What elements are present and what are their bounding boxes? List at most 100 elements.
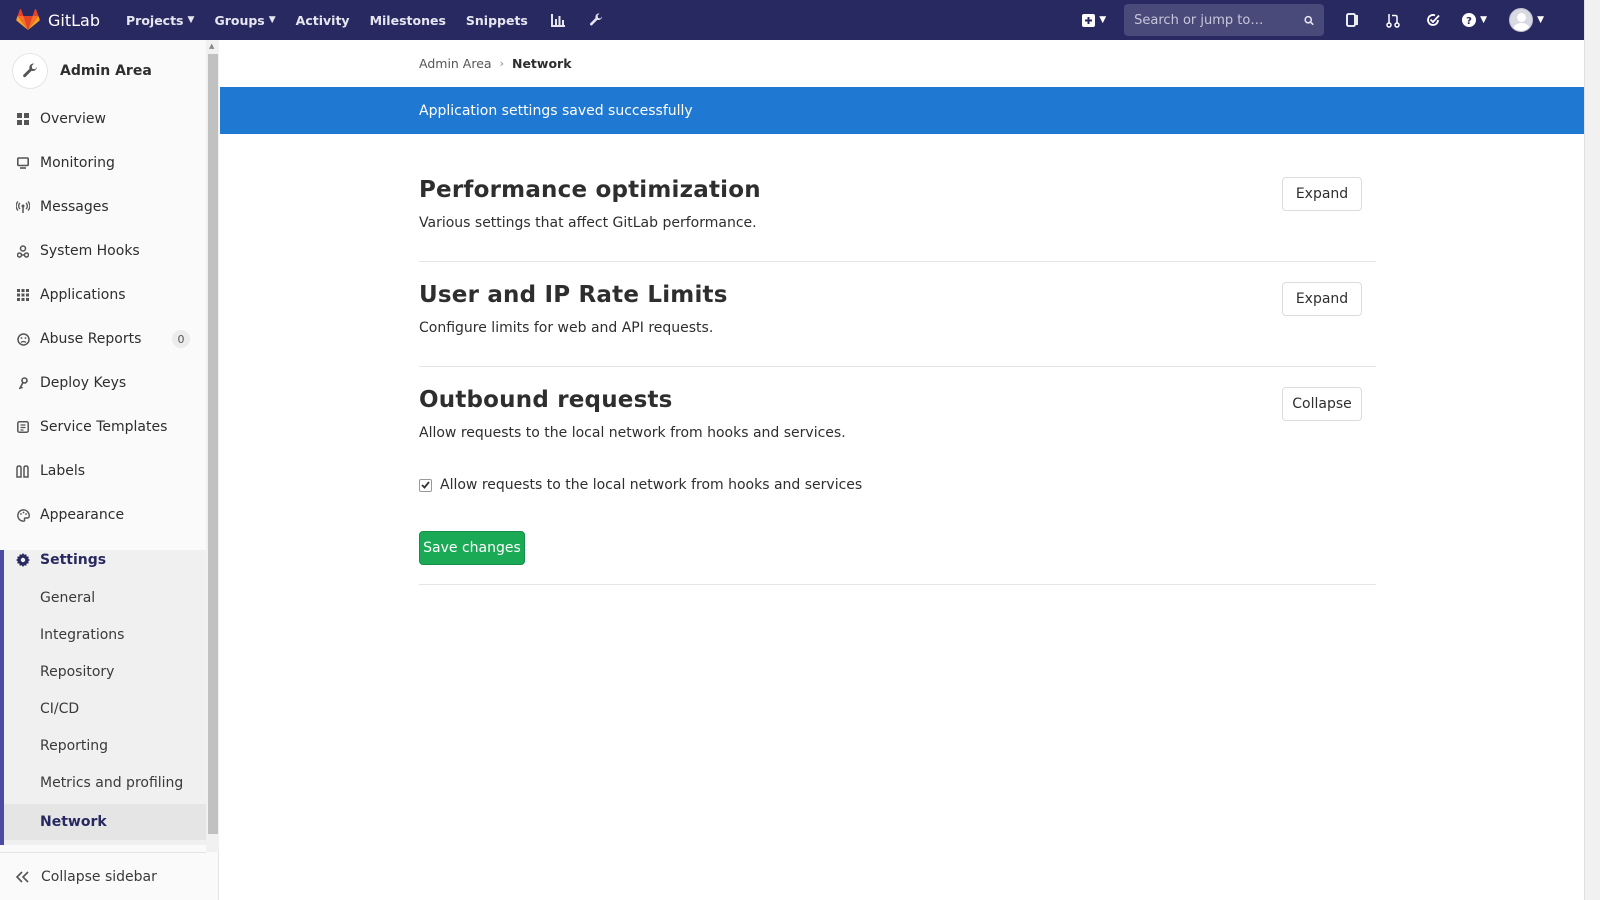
monitor-icon: [16, 156, 30, 170]
breadcrumb-current[interactable]: Network: [512, 56, 572, 71]
section-description: Various settings that affect GitLab perf…: [419, 215, 757, 231]
key-icon: [16, 376, 30, 390]
help-icon: ?: [1462, 13, 1477, 27]
sidebar-item-label: Messages: [40, 199, 109, 215]
wrench-icon[interactable]: [586, 0, 606, 40]
sidebar-subitem-label: Integrations: [40, 627, 125, 643]
section-divider: [419, 261, 1376, 262]
sidebar-subitem-metrics[interactable]: Metrics and profiling: [0, 765, 206, 801]
section-outbound: Outbound requests Allow requests to the …: [419, 387, 1376, 585]
sidebar-header[interactable]: Admin Area: [0, 40, 206, 102]
apps-icon: [16, 288, 30, 302]
allow-local-requests-checkbox[interactable]: [419, 478, 432, 492]
section-divider: [419, 366, 1376, 367]
sidebar-subitem-cicd[interactable]: CI/CD: [0, 691, 206, 727]
sidebar-subitem-general[interactable]: General: [0, 580, 206, 616]
overview-icon: [16, 112, 30, 126]
sidebar-item-system-hooks[interactable]: System Hooks: [0, 229, 206, 273]
nav-projects[interactable]: Projects ▼: [126, 0, 194, 40]
sidebar-subitem-label: Reporting: [40, 738, 109, 754]
sidebar-item-abuse-reports[interactable]: Abuse Reports 0: [0, 317, 206, 361]
template-icon: [16, 420, 30, 434]
flash-message: Application settings saved successfully: [419, 102, 693, 119]
sidebar-item-label: Appearance: [40, 507, 125, 523]
checkmark-icon: [421, 481, 430, 489]
nav-snippets-label: Snippets: [465, 12, 528, 28]
section-rate-limits: User and IP Rate Limits Configure limits…: [419, 282, 1376, 367]
section-divider: [419, 584, 1376, 585]
sidebar-item-labels[interactable]: Labels: [0, 449, 206, 493]
user-menu[interactable]: ▼: [1509, 8, 1544, 32]
sidebar-item-label: Service Templates: [40, 419, 168, 435]
allow-local-requests-label[interactable]: Allow requests to the local network from…: [440, 477, 862, 493]
collapse-sidebar-button[interactable]: Collapse sidebar: [0, 852, 206, 900]
sidebar-item-label: System Hooks: [40, 243, 140, 259]
section-title: Outbound requests: [419, 387, 673, 413]
wrench-icon: [12, 53, 48, 89]
double-chevron-left-icon: [16, 870, 32, 883]
sidebar-item-label: Labels: [40, 463, 86, 479]
sidebar-item-overview[interactable]: Overview: [0, 97, 206, 141]
nav-activity-label: Activity: [295, 12, 350, 28]
sidebar-item-settings[interactable]: Settings: [0, 538, 206, 582]
section-performance: Performance optimization Various setting…: [419, 177, 1376, 262]
sidebar-item-label: Abuse Reports: [40, 331, 142, 347]
svg-text:?: ?: [1466, 16, 1472, 27]
sidebar-item-deploy-keys[interactable]: Deploy Keys: [0, 361, 206, 405]
sidebar-scrollbar[interactable]: ▲: [206, 40, 219, 852]
expand-button[interactable]: Expand: [1282, 282, 1362, 316]
broadcast-icon: [16, 200, 30, 214]
section-description: Configure limits for web and API request…: [419, 320, 714, 336]
label-icon: [16, 464, 30, 478]
window-scrollbar[interactable]: [1584, 0, 1600, 900]
search-box[interactable]: [1124, 4, 1325, 36]
abuse-icon: [16, 332, 30, 346]
chevron-right-icon: ›: [499, 57, 504, 70]
collapse-button[interactable]: Collapse: [1282, 387, 1362, 421]
brand-name: GitLab: [48, 10, 100, 30]
chart-icon[interactable]: [548, 0, 568, 40]
merge-request-icon[interactable]: [1382, 0, 1404, 40]
nav-milestones[interactable]: Milestones: [370, 0, 446, 40]
sidebar-item-label: Overview: [40, 111, 106, 127]
breadcrumb-admin-area[interactable]: Admin Area: [419, 56, 492, 71]
gitlab-brand[interactable]: GitLab: [16, 0, 100, 40]
sidebar-subitem-label: Metrics and profiling: [40, 775, 184, 791]
nav-groups[interactable]: Groups ▼: [214, 0, 275, 40]
nav-links: Projects ▼ Groups ▼ Activity Milestones Sn…: [126, 0, 624, 40]
sidebar-subitem-network[interactable]: Network: [0, 804, 206, 840]
nav-groups-label: Groups: [214, 12, 265, 28]
sidebar-subitem-repository[interactable]: Repository: [0, 654, 206, 690]
sidebar-item-service-templates[interactable]: Service Templates: [0, 405, 206, 449]
main-content: Admin Area › Network Application setting…: [219, 40, 1584, 900]
collapse-sidebar-label: Collapse sidebar: [41, 868, 157, 885]
allow-local-requests-row: Allow requests to the local network from…: [419, 477, 862, 493]
search-input[interactable]: [1134, 12, 1305, 28]
section-title: Performance optimization: [419, 177, 761, 203]
help-dropdown[interactable]: ? ▼: [1462, 13, 1487, 27]
section-description: Allow requests to the local network from…: [419, 425, 846, 441]
sidebar-item-monitoring[interactable]: Monitoring: [0, 141, 206, 185]
sidebar-scroll-thumb[interactable]: [208, 54, 218, 834]
scroll-up-icon: ▲: [209, 42, 215, 50]
issues-icon[interactable]: [1342, 0, 1364, 40]
sidebar-item-messages[interactable]: Messages: [0, 185, 206, 229]
sidebar-item-appearance[interactable]: Appearance: [0, 493, 206, 537]
chevron-down-icon: ▼: [1537, 15, 1544, 25]
sidebar-subitem-integrations[interactable]: Integrations: [0, 617, 206, 653]
sidebar-title: Admin Area: [60, 63, 152, 79]
sidebar-subitem-label: General: [40, 590, 96, 606]
sidebar-item-label: Deploy Keys: [40, 375, 127, 391]
new-dropdown[interactable]: ▼: [1082, 13, 1106, 27]
abuse-count-badge: 0: [172, 330, 190, 348]
sidebar-item-label: Monitoring: [40, 155, 115, 171]
sidebar-item-applications[interactable]: Applications: [0, 273, 206, 317]
expand-button[interactable]: Expand: [1282, 177, 1362, 211]
palette-icon: [16, 508, 30, 522]
nav-activity[interactable]: Activity: [296, 0, 350, 40]
nav-snippets[interactable]: Snippets: [466, 0, 528, 40]
todo-icon[interactable]: [1422, 0, 1444, 40]
gitlab-logo-icon: [16, 9, 40, 30]
sidebar-subitem-reporting[interactable]: Reporting: [0, 728, 206, 764]
save-changes-button[interactable]: Save changes: [419, 531, 525, 565]
